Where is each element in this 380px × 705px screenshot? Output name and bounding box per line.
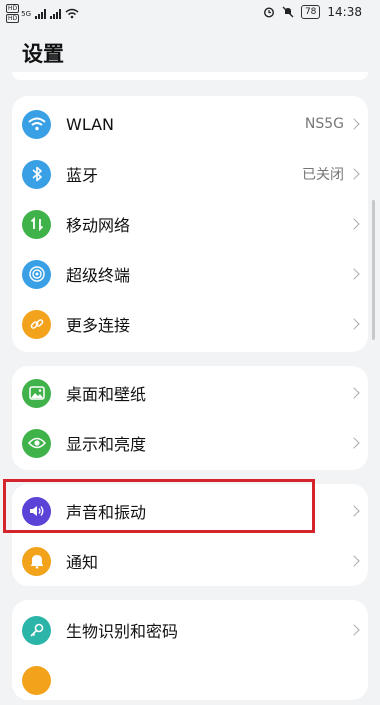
settings-row-apps[interactable] — [12, 655, 368, 705]
sim1-badge: HD — [6, 4, 20, 13]
chevron-right-icon — [348, 218, 360, 230]
chevron-right-icon — [348, 318, 360, 330]
bell-icon — [22, 546, 51, 576]
row-label: 通知 — [66, 553, 99, 572]
settings-row-wallpaper[interactable]: 桌面和壁纸 — [12, 368, 368, 418]
signal-icon — [35, 8, 47, 19]
row-label: 生物识别和密码 — [66, 622, 179, 641]
row-label: 超级终端 — [66, 266, 131, 285]
settings-row-biometrics[interactable]: 生物识别和密码 — [12, 605, 368, 655]
settings-row-more-connections[interactable]: 更多连接 — [12, 299, 368, 349]
chevron-right-icon — [348, 118, 360, 130]
bluetooth-icon — [22, 159, 51, 189]
row-value: 已关闭 — [302, 167, 344, 183]
signal-icon-2 — [50, 8, 62, 19]
mobile-data-icon — [22, 209, 51, 239]
row-label: 更多连接 — [66, 316, 131, 335]
row-label: WLAN — [66, 114, 115, 134]
chevron-right-icon — [348, 555, 360, 567]
chevron-right-icon — [348, 268, 360, 280]
alarm-icon — [263, 7, 274, 18]
settings-row-notifications[interactable]: 通知 — [12, 536, 368, 586]
security-card: 生物识别和密码 — [12, 600, 368, 700]
settings-row-super-device[interactable]: 超级终端 — [12, 249, 368, 299]
status-left: HD HD 5G — [6, 4, 79, 23]
battery-indicator: 78 — [300, 5, 321, 19]
scrollbar[interactable] — [372, 200, 375, 340]
chevron-right-icon — [348, 437, 360, 449]
wallpaper-icon — [22, 378, 51, 408]
top-card-edge — [12, 72, 368, 80]
link-icon — [22, 309, 51, 339]
apps-icon — [22, 665, 51, 695]
settings-row-bluetooth[interactable]: 蓝牙 已关闭 — [12, 149, 368, 199]
sim2-badge: HD — [6, 14, 20, 23]
row-label: 移动网络 — [66, 216, 131, 235]
settings-row-display-brightness[interactable]: 显示和亮度 — [12, 418, 368, 468]
network-type: 5G — [21, 9, 32, 18]
row-label: 蓝牙 — [66, 166, 99, 185]
row-label: 显示和亮度 — [66, 435, 147, 454]
network-card: WLAN NS5G 蓝牙 已关闭 移动网络 超级终端 更多连接 — [12, 96, 368, 352]
row-value: NS5G — [304, 116, 344, 132]
chevron-right-icon — [348, 387, 360, 399]
sim-indicators: HD HD — [6, 4, 20, 23]
status-right: 78 14:38 — [263, 5, 362, 19]
eye-icon — [22, 428, 51, 458]
settings-row-mobile-network[interactable]: 移动网络 — [12, 199, 368, 249]
chevron-right-icon — [348, 624, 360, 636]
chevron-right-icon — [348, 505, 360, 517]
wifi-status-icon — [65, 8, 79, 19]
wifi-icon — [22, 109, 51, 139]
chevron-right-icon — [348, 168, 360, 180]
status-bar: HD HD 5G 78 14:38 — [0, 0, 380, 26]
display-card: 桌面和壁纸 显示和亮度 — [12, 366, 368, 470]
row-label: 桌面和壁纸 — [66, 385, 147, 404]
clock: 14:38 — [327, 5, 362, 19]
super-device-icon — [22, 259, 51, 289]
mute-icon — [282, 6, 294, 18]
key-icon — [22, 615, 51, 645]
highlight-box — [3, 479, 315, 533]
page-title: 设置 — [22, 42, 64, 66]
settings-row-wlan[interactable]: WLAN NS5G — [12, 99, 368, 149]
